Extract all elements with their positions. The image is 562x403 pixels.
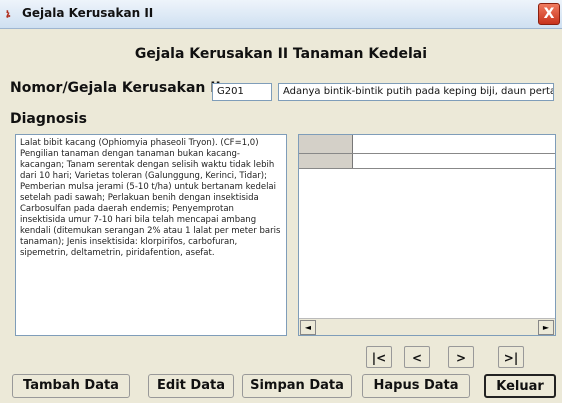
edit-data-button[interactable]: Edit Data: [148, 374, 234, 398]
nav-last-button[interactable]: >|: [498, 346, 524, 368]
nav-next-button[interactable]: >: [448, 346, 474, 368]
horizontal-scrollbar[interactable]: ◄ ►: [299, 318, 555, 335]
description-field[interactable]: Adanya bintik-bintik putih pada keping b…: [278, 83, 554, 101]
data-grid[interactable]: ◄ ►: [298, 134, 556, 336]
scroll-right-icon[interactable]: ►: [538, 320, 554, 335]
simpan-data-button[interactable]: Simpan Data: [242, 374, 352, 398]
title-bar: ኔ Gejala Kerusakan II X: [0, 0, 562, 29]
scroll-left-icon[interactable]: ◄: [300, 320, 316, 335]
nav-first-button[interactable]: |<: [366, 346, 392, 368]
diagnosis-textarea[interactable]: Lalat bibit kacang (Ophiomyia phaseoli T…: [15, 134, 287, 336]
nav-prev-button[interactable]: <: [404, 346, 430, 368]
hapus-data-button[interactable]: Hapus Data: [362, 374, 470, 398]
keluar-button[interactable]: Keluar: [484, 374, 556, 398]
window-title: Gejala Kerusakan II: [22, 6, 154, 20]
code-field[interactable]: G201: [212, 83, 272, 101]
grid-row[interactable]: [299, 154, 555, 169]
grid-header-row: [299, 135, 555, 154]
grid-header-cell: [299, 135, 353, 153]
diagnosis-label: Diagnosis: [10, 111, 87, 127]
nomor-label: Nomor/Gejala Kerusakan II: [10, 80, 221, 96]
grid-row-selector[interactable]: [299, 154, 353, 168]
app-icon: ኔ: [6, 7, 11, 20]
tambah-data-button[interactable]: Tambah Data: [12, 374, 130, 398]
page-title: Gejala Kerusakan II Tanaman Kedelai: [134, 46, 428, 62]
close-icon[interactable]: X: [538, 3, 560, 25]
